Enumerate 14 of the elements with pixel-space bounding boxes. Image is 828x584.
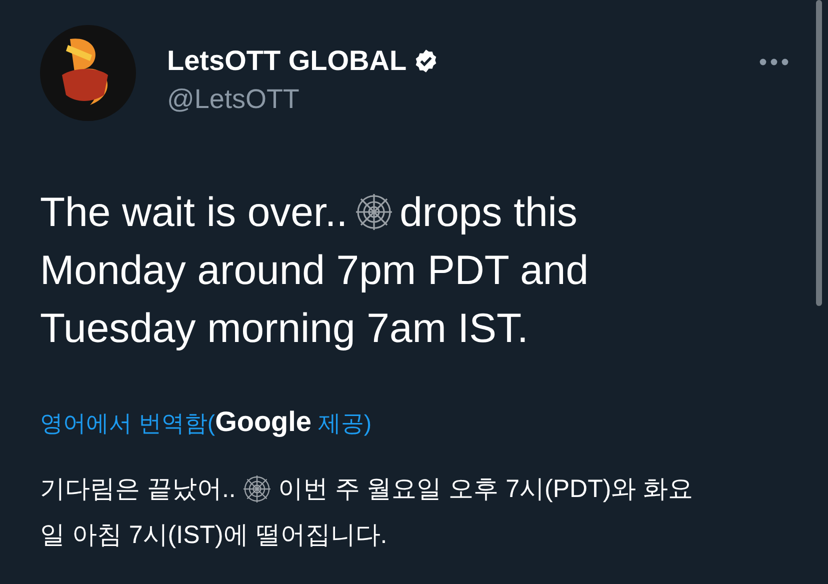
spider-web-icon xyxy=(242,474,272,504)
tweet-text: Tuesday morning 7am IST. xyxy=(40,304,528,353)
translated-text: 일 아침 7시(IST)에 떨어집니다. xyxy=(40,520,388,551)
translated-from-link[interactable]: 영어에서 번역함(Google 제공) xyxy=(40,410,372,436)
scrollbar[interactable] xyxy=(816,0,822,306)
tweet-text: Monday around 7pm PDT and xyxy=(40,246,589,295)
author-name[interactable]: LetsOTT GLOBAL xyxy=(167,44,407,78)
more-options-icon[interactable] xyxy=(759,58,789,66)
translated-text: 기다림은 끝났어.. xyxy=(40,474,236,505)
tweet-text: The wait is over.. xyxy=(40,188,348,237)
tweet-text: drops this xyxy=(400,188,578,237)
author-handle[interactable]: @LetsOTT xyxy=(167,82,439,116)
translated-text: 이번 주 월요일 오후 7시(PDT)와 화요 xyxy=(278,474,694,505)
spider-web-icon xyxy=(354,192,394,232)
